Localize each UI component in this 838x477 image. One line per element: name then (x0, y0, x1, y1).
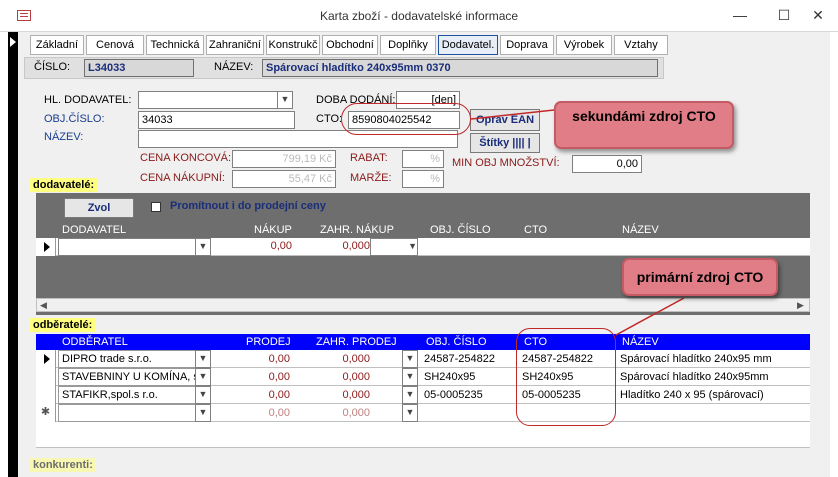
primary-cto-callout: primární zdroj CTO (622, 258, 778, 296)
secondary-cto-callout: sekundámi zdroj CTO (554, 101, 734, 149)
callout-connectors (470, 109, 685, 336)
